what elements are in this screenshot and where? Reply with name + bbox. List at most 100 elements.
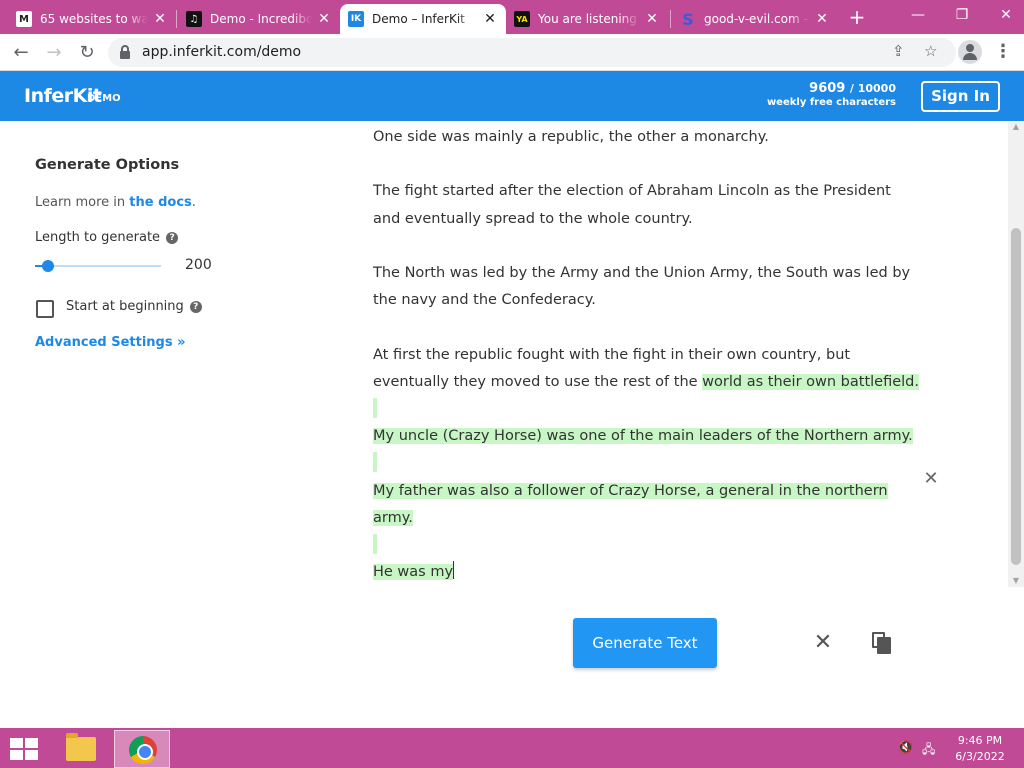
tab-close-icon[interactable]: ✕	[316, 11, 332, 27]
copy-icon[interactable]	[872, 632, 892, 654]
generated-text: My father was also a follower of Crazy H…	[373, 483, 888, 499]
url-text: app.inferkit.com/demo	[142, 44, 302, 60]
app-header: InferKit DEMO 9609 / 10000 weekly free c…	[0, 71, 1024, 121]
generated-text: world as their own battlefield.	[702, 374, 919, 390]
slider-thumb[interactable]	[41, 260, 54, 272]
generate-text-button[interactable]: Generate Text	[573, 618, 717, 668]
youarelistening-favicon-icon: YA	[514, 11, 530, 27]
browser-tab[interactable]: ♫ Demo - Incredibox ✕	[178, 4, 340, 34]
length-label: Length to generate?	[35, 230, 179, 245]
tab-close-icon[interactable]: ✕	[814, 11, 830, 27]
new-tab-plus-icon[interactable]: +	[847, 6, 867, 28]
editor-line	[373, 534, 377, 556]
browser-tab-active[interactable]: IK Demo – InferKit ✕	[340, 4, 506, 34]
editor-line: My father was also a follower of Crazy H…	[373, 480, 888, 502]
back-arrow-icon[interactable]: ←	[8, 40, 34, 66]
inferkit-favicon-icon: IK	[348, 11, 364, 27]
sign-in-button[interactable]: Sign In	[921, 81, 1000, 112]
prompt-text: One side was mainly a republic, the othe…	[373, 129, 769, 145]
windows-taskbar	[0, 728, 1024, 768]
page-scrollbar[interactable]: ▲ ▼	[1008, 121, 1024, 587]
chrome-taskbar-icon[interactable]	[114, 730, 170, 768]
generated-text: My uncle (Crazy Horse) was one of the ma…	[373, 428, 913, 444]
prompt-text: and eventually spread to the whole count…	[373, 211, 693, 227]
close-window-icon[interactable]: ✕	[984, 0, 1024, 34]
browser-menu-icon[interactable]: ⋮	[994, 40, 1012, 64]
clock-date: 6/3/2022	[955, 750, 1005, 763]
demo-tag: DEMO	[87, 93, 121, 104]
prompt-text: The fight started after the election of …	[373, 183, 891, 199]
minimize-window-icon[interactable]: —	[896, 0, 940, 34]
browser-tab[interactable]: YA You are listening t ✕	[506, 4, 668, 34]
start-at-beginning-checkbox[interactable]	[36, 300, 54, 318]
prompt-text: The North was led by the Army and the Un…	[373, 265, 911, 281]
advanced-settings-link[interactable]: Advanced Settings »	[35, 335, 186, 350]
editor-line: My uncle (Crazy Horse) was one of the ma…	[373, 425, 913, 447]
browser-tab[interactable]: M 65 websites to was ✕	[8, 4, 176, 34]
tab-divider	[670, 10, 671, 28]
share-icon[interactable]: ⇪	[892, 42, 905, 60]
tab-close-icon[interactable]: ✕	[152, 11, 168, 27]
scroll-down-arrow-icon[interactable]: ▼	[1008, 575, 1024, 587]
restore-window-icon[interactable]: ❐	[940, 0, 984, 34]
generated-blank-line	[373, 398, 377, 418]
editor-line: eventually they moved to use the rest of…	[373, 371, 919, 393]
length-label-text: Length to generate	[35, 230, 161, 245]
length-value: 200	[185, 257, 212, 273]
start-at-beginning-label: Start at beginning?	[66, 299, 202, 314]
volume-muted-icon[interactable]: 🔇	[898, 740, 914, 756]
quota-used: 9609	[809, 81, 846, 96]
editor-line: and eventually spread to the whole count…	[373, 208, 693, 230]
scrollbar-thumb[interactable]	[1011, 228, 1021, 565]
windows-start-icon[interactable]	[10, 738, 38, 760]
generated-blank-line	[373, 534, 377, 554]
close-icon[interactable]: ✕	[922, 470, 940, 488]
learn-suffix: .	[191, 195, 196, 210]
tab-close-icon[interactable]: ✕	[644, 11, 660, 27]
scroll-up-arrow-icon[interactable]: ▲	[1008, 121, 1024, 133]
prompt-text: the navy and the Confederacy.	[373, 292, 596, 308]
tab-divider	[176, 10, 177, 28]
tab-title: good-v-evil.com -	[704, 12, 808, 26]
options-title: Generate Options	[35, 157, 180, 173]
editor-line: One side was mainly a republic, the othe…	[373, 126, 769, 148]
tab-title: Demo – InferKit	[372, 12, 465, 26]
generated-text: He was my	[373, 564, 454, 580]
clock-time: 9:46 PM	[957, 734, 1003, 747]
music-note-icon: ♫	[186, 11, 202, 27]
generated-text: army.	[373, 510, 413, 526]
editor-line: At first the republic fought with the fi…	[373, 344, 850, 366]
lock-icon	[120, 45, 130, 59]
editor-line: the navy and the Confederacy.	[373, 289, 596, 311]
address-bar[interactable]: app.inferkit.com/demo ⇪ ☆	[108, 38, 956, 67]
profile-avatar-icon[interactable]	[958, 40, 982, 64]
clear-icon[interactable]: ✕	[812, 632, 834, 654]
learn-more-text: Learn more in the docs.	[35, 195, 196, 210]
editor-line: army.	[373, 507, 413, 529]
prompt-text: eventually they moved to use the rest of…	[373, 374, 703, 390]
medium-favicon-icon: M	[16, 11, 32, 27]
s-favicon-icon: S	[682, 9, 694, 29]
bookmark-star-icon[interactable]: ☆	[924, 42, 937, 60]
tab-close-icon[interactable]: ✕	[482, 11, 498, 27]
help-icon[interactable]: ?	[166, 232, 179, 244]
browser-tab-strip: M 65 websites to was ✕ ♫ Demo - Incredib…	[0, 0, 1024, 34]
editor-line: He was my	[373, 561, 455, 583]
network-icon[interactable]: 🖧	[922, 740, 938, 756]
file-explorer-icon[interactable]	[52, 730, 108, 768]
browser-toolbar: ← → ↻ app.inferkit.com/demo ⇪ ☆ ⋮	[0, 34, 1024, 71]
docs-link[interactable]: the docs	[129, 195, 192, 210]
help-icon[interactable]: ?	[189, 301, 202, 313]
prompt-text: At first the republic fought with the fi…	[373, 347, 851, 363]
forward-arrow-icon[interactable]: →	[41, 40, 67, 66]
editor-line	[373, 452, 377, 474]
system-clock[interactable]: 9:46 PM 6/3/2022	[950, 733, 1010, 765]
start-label-text: Start at beginning	[66, 299, 184, 314]
length-slider[interactable]	[35, 260, 161, 272]
editor-line: The North was led by the Army and the Un…	[373, 262, 910, 284]
tab-title: You are listening t	[538, 12, 640, 26]
browser-tab[interactable]: S good-v-evil.com - ✕	[672, 4, 838, 34]
editor-line: The fight started after the election of …	[373, 180, 891, 202]
quota-label: weekly free characters	[766, 97, 896, 108]
reload-icon[interactable]: ↻	[74, 40, 100, 66]
